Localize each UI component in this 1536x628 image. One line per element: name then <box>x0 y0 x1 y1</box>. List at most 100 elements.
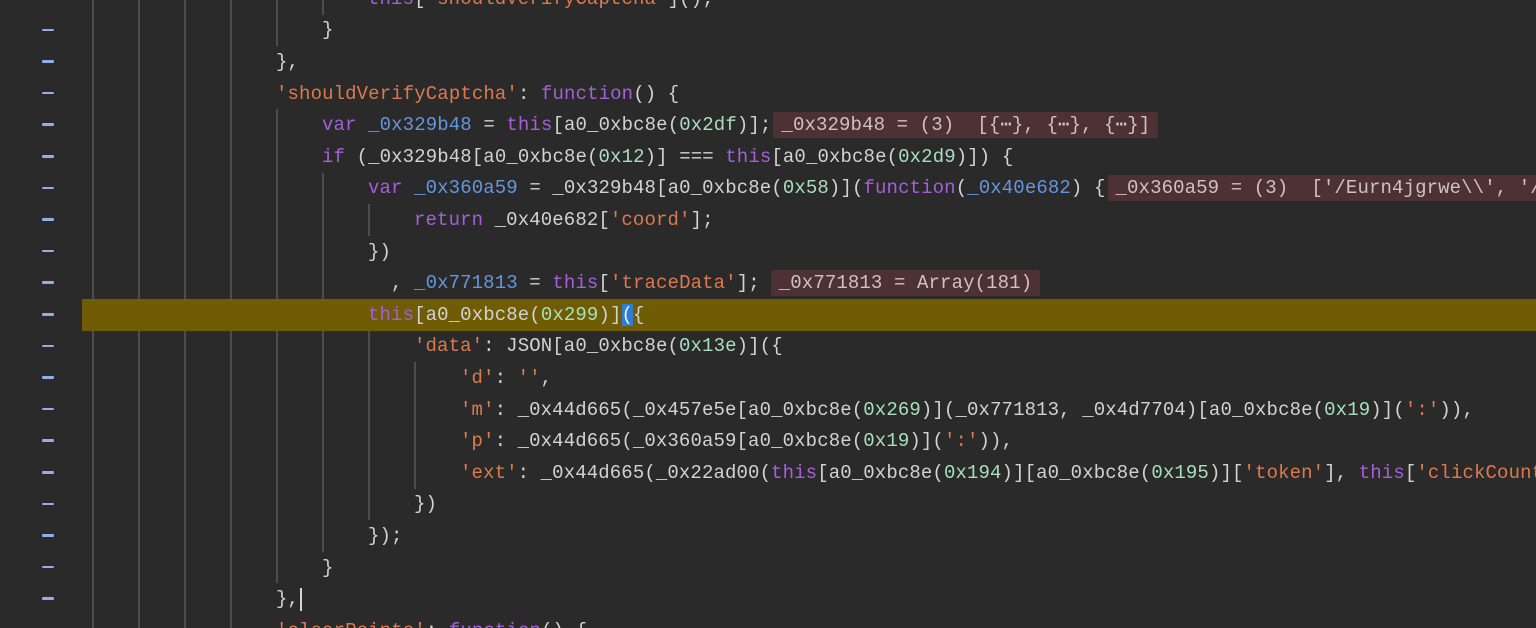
text-cursor <box>300 588 302 611</box>
code-token: ':' <box>1405 399 1440 421</box>
code-line[interactable]: }); <box>0 520 1536 552</box>
code-token: ]; <box>691 209 714 231</box>
code-token: = <box>472 114 507 136</box>
gutter-fold-marker[interactable] <box>42 29 54 32</box>
code-token: )](_0x771813, _0x4d7704)[a0_0xbc8e( <box>921 399 1324 421</box>
debug-inline-value: _0x329b48 = (3) [{⋯}, {⋯}, {⋯}] <box>773 112 1158 138</box>
code-line[interactable]: }) <box>0 236 1536 268</box>
code-token: )] <box>598 304 621 326</box>
code-line[interactable]: 'p': _0x44d665(_0x360a59[a0_0xbc8e(0x19)… <box>0 425 1536 457</box>
code-line-text: }) <box>0 236 1536 268</box>
code-token: = <box>518 272 553 294</box>
code-line[interactable]: 'm': _0x44d665(_0x457e5e[a0_0xbc8e(0x269… <box>0 394 1536 426</box>
code-token: ':' <box>944 430 979 452</box>
code-token: [ <box>414 0 426 10</box>
code-token: if <box>322 146 345 168</box>
code-line[interactable]: return _0x40e682['coord']; <box>0 204 1536 236</box>
code-token: 'shouldVerifyCaptcha' <box>426 0 668 10</box>
gutter-fold-marker[interactable] <box>42 503 54 506</box>
gutter-fold-marker[interactable] <box>42 123 54 126</box>
gutter-fold-marker[interactable] <box>42 534 54 537</box>
code-token: ](); <box>668 0 714 10</box>
code-line-text: }, <box>0 46 1536 78</box>
gutter-fold-marker[interactable] <box>42 345 54 348</box>
gutter-fold-marker[interactable] <box>42 155 54 158</box>
code-line-text: this[a0_0xbc8e(0x299)]({ <box>0 299 1536 331</box>
code-token: this <box>368 304 414 326</box>
code-token: ) { <box>1071 177 1106 199</box>
gutter-fold-marker[interactable] <box>42 439 54 442</box>
code-token: this <box>368 0 414 10</box>
code-token: )), <box>979 430 1014 452</box>
code-line[interactable]: , _0x771813 = this['traceData'];_0x77181… <box>0 267 1536 299</box>
code-line[interactable]: } <box>0 552 1536 584</box>
code-line[interactable]: 'ext': _0x44d665(_0x22ad00(this[a0_0xbc8… <box>0 457 1536 489</box>
code-line[interactable]: }) <box>0 489 1536 521</box>
gutter-fold-marker[interactable] <box>42 187 54 190</box>
code-line[interactable]: }, <box>0 46 1536 78</box>
code-token: 0x2df <box>679 114 737 136</box>
code-token: 0x58 <box>783 177 829 199</box>
gutter-fold-marker[interactable] <box>42 92 54 95</box>
code-line[interactable]: this[a0_0xbc8e(0x299)]({ <box>0 299 1536 331</box>
gutter-fold-marker[interactable] <box>42 250 54 253</box>
gutter-fold-marker[interactable] <box>42 60 54 63</box>
code-token: var <box>368 177 403 199</box>
code-token: 0x194 <box>944 462 1002 484</box>
code-line[interactable]: 'data': JSON[a0_0xbc8e(0x13e)]({ <box>0 331 1536 363</box>
code-token: : _0x44d665(_0x457e5e[a0_0xbc8e( <box>495 399 864 421</box>
code-line-text: 'd': '', <box>0 362 1536 394</box>
code-line[interactable]: if (_0x329b48[a0_0xbc8e(0x12)] === this[… <box>0 141 1536 173</box>
code-editor[interactable]: this['shouldVerifyCaptcha']();}},'should… <box>0 0 1536 628</box>
code-line-text: 'shouldVerifyCaptcha': function() { <box>0 78 1536 110</box>
code-token: )][ <box>1209 462 1244 484</box>
code-token: ], <box>1324 462 1359 484</box>
code-token: : <box>518 83 541 105</box>
code-token <box>403 177 415 199</box>
code-line[interactable]: 'd': '', <box>0 362 1536 394</box>
code-token: 'm' <box>460 399 495 421</box>
code-token: : _0x44d665(_0x360a59[a0_0xbc8e( <box>495 430 864 452</box>
code-line-text: 'clearPoints': function() { <box>0 615 1536 628</box>
code-line-text: } <box>0 552 1536 584</box>
gutter-fold-marker[interactable] <box>42 281 54 284</box>
code-token: )]({ <box>737 335 783 357</box>
code-token: }); <box>368 525 403 547</box>
code-line[interactable]: this['shouldVerifyCaptcha'](); <box>0 0 1536 15</box>
code-token: : <box>426 620 449 628</box>
code-token: 'p' <box>460 430 495 452</box>
code-line-text: this['shouldVerifyCaptcha'](); <box>0 0 1536 15</box>
code-line[interactable]: var _0x360a59 = _0x329b48[a0_0xbc8e(0x58… <box>0 173 1536 205</box>
gutter-fold-marker[interactable] <box>42 566 54 569</box>
gutter-fold-marker[interactable] <box>42 376 54 379</box>
code-token: )]( <box>829 177 864 199</box>
code-line[interactable]: 'shouldVerifyCaptcha': function() { <box>0 78 1536 110</box>
code-token: )][a0_0xbc8e( <box>1002 462 1152 484</box>
code-token: '' <box>518 367 541 389</box>
gutter-fold-marker[interactable] <box>42 408 54 411</box>
code-token: return <box>414 209 483 231</box>
code-line-text: 'p': _0x44d665(_0x360a59[a0_0xbc8e(0x19)… <box>0 425 1536 457</box>
code-token: 'd' <box>460 367 495 389</box>
code-line-text: return _0x40e682['coord']; <box>0 204 1536 236</box>
code-token: 0x12 <box>599 146 645 168</box>
code-line-text: , _0x771813 = this['traceData'];_0x77181… <box>0 267 1536 299</box>
code-line-text: var _0x329b48 = this[a0_0xbc8e(0x2df)];_… <box>0 109 1536 141</box>
code-token <box>357 114 369 136</box>
code-line[interactable]: } <box>0 15 1536 47</box>
code-line[interactable]: }, <box>0 583 1536 615</box>
code-line[interactable]: var _0x329b48 = this[a0_0xbc8e(0x2df)];_… <box>0 109 1536 141</box>
code-line-text: 'data': JSON[a0_0xbc8e(0x13e)]({ <box>0 331 1536 363</box>
code-token: _0x40e682 <box>967 177 1071 199</box>
gutter-fold-marker[interactable] <box>42 597 54 600</box>
code-token: )] === <box>645 146 726 168</box>
code-token: [a0_0xbc8e( <box>771 146 898 168</box>
code-token: } <box>322 19 334 41</box>
gutter-fold-marker[interactable] <box>42 218 54 221</box>
gutter-fold-marker[interactable] <box>42 471 54 474</box>
code-token: 'clearPoints' <box>276 620 426 628</box>
code-token: 'shouldVerifyCaptcha' <box>276 83 518 105</box>
code-token: = _0x329b48[a0_0xbc8e( <box>518 177 783 199</box>
code-line[interactable]: 'clearPoints': function() { <box>0 615 1536 628</box>
gutter-fold-marker[interactable] <box>42 313 54 316</box>
